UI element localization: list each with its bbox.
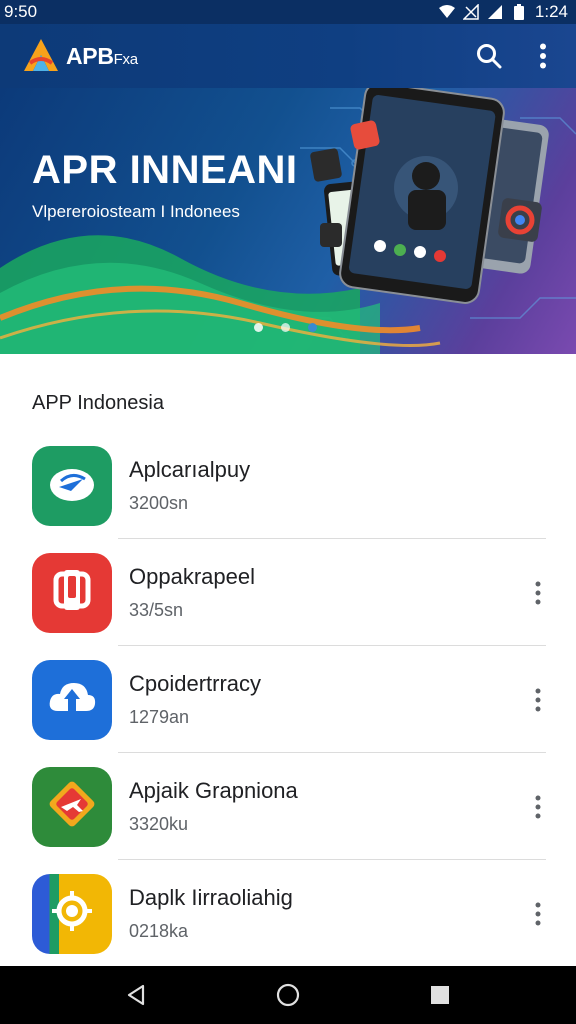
- signal-icon: [487, 4, 503, 20]
- status-left-text: 9:50: [4, 2, 38, 21]
- banner-title: APR INNEANI: [32, 148, 298, 192]
- sync-cloud-icon: [47, 461, 97, 510]
- wifi-icon: [438, 4, 455, 20]
- app-icon: [32, 873, 112, 954]
- carousel-dot[interactable]: [254, 323, 263, 332]
- app-size: 3200sn: [129, 493, 189, 513]
- carousel-dot[interactable]: [308, 323, 317, 332]
- app-size: 0218ka: [129, 921, 189, 941]
- plane-tag-icon: [45, 777, 99, 836]
- app-bar: APBFxa: [0, 24, 576, 88]
- app-icon: [32, 766, 112, 847]
- cloud-upload-icon: [46, 677, 98, 722]
- target-icon: [48, 887, 96, 940]
- status-bar: 9:50 1:24: [0, 0, 576, 24]
- more-vert-icon[interactable]: [526, 792, 550, 822]
- list-item[interactable]: Apjaik Grapniona 3320ku: [0, 753, 576, 860]
- device-frame-icon: [48, 566, 96, 619]
- app-icon: [32, 552, 112, 633]
- promo-banner[interactable]: APR INNEANI Vlpereroiosteam I Indonees: [0, 88, 576, 354]
- carousel-dot[interactable]: [281, 323, 290, 332]
- back-icon[interactable]: [116, 975, 156, 1015]
- app-name-suffix: Fxa: [113, 50, 138, 68]
- app-name-label: Aplcarıalpuy: [129, 457, 251, 482]
- list-item[interactable]: Daplk Iirraoliahig 0218ka: [0, 860, 576, 967]
- carousel-indicator: [254, 323, 317, 332]
- system-nav-bar: [0, 966, 576, 1024]
- app-name-label: Daplk Iirraoliahig: [129, 885, 293, 910]
- status-time: 1:24: [534, 2, 568, 21]
- app-icon: [32, 659, 112, 740]
- more-vert-icon[interactable]: [526, 685, 550, 715]
- app-name-label: Apjaik Grapniona: [129, 778, 298, 803]
- list-item[interactable]: Cpoidertrracy 1279an: [0, 646, 576, 753]
- no-signal-icon: [462, 4, 479, 20]
- more-vert-icon[interactable]: [526, 39, 560, 73]
- logo-icon: [22, 37, 60, 75]
- search-icon[interactable]: [472, 39, 506, 73]
- recents-icon[interactable]: [420, 975, 460, 1015]
- section-title: APP Indonesia: [32, 392, 164, 414]
- banner-subtitle: Vlpereroiosteam I Indonees: [32, 202, 240, 221]
- app-icon: [32, 445, 112, 526]
- app-name: APBFxa: [66, 43, 138, 70]
- list-item[interactable]: Oppakrapeel 33/5sn: [0, 539, 576, 646]
- app-name-label: Oppakrapeel: [129, 564, 255, 589]
- more-vert-icon[interactable]: [526, 578, 550, 608]
- more-vert-icon[interactable]: [526, 899, 550, 929]
- home-icon[interactable]: [268, 975, 308, 1015]
- app-size: 3320ku: [129, 814, 189, 834]
- app-name-label: Cpoidertrracy: [129, 671, 262, 696]
- list-item[interactable]: Aplcarıalpuy 3200sn: [0, 432, 576, 539]
- app-size: 1279an: [129, 707, 190, 727]
- app-name-main: APB: [66, 42, 114, 69]
- app-list: Aplcarıalpuy 3200sn Oppakrapeel 33/5sn C…: [0, 432, 576, 967]
- battery-icon: [511, 4, 527, 20]
- app-size: 33/5sn: [129, 600, 184, 620]
- status-icons: 1:24: [438, 2, 568, 22]
